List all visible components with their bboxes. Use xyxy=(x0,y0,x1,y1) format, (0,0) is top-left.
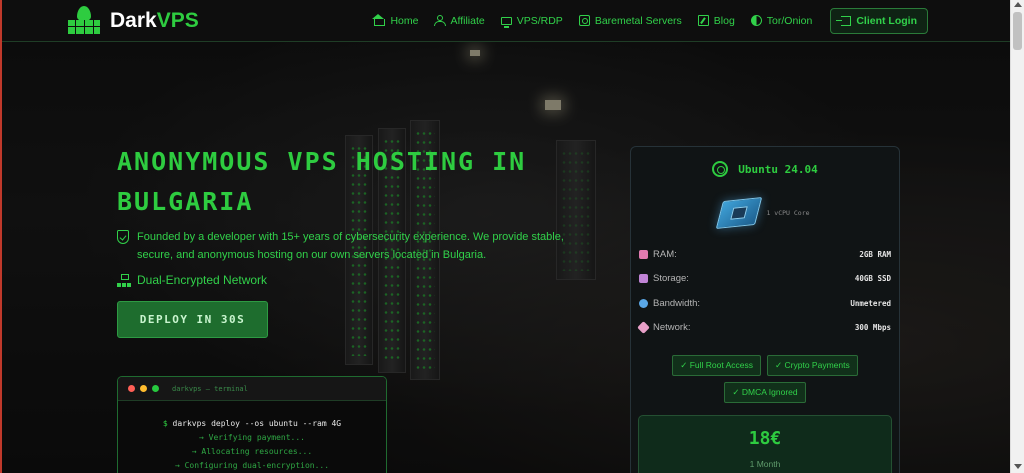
brain-icon xyxy=(639,249,648,259)
ubuntu-icon xyxy=(712,161,729,177)
cpu-label: 1 vCPU Core xyxy=(766,209,810,217)
minimize-dot-icon xyxy=(140,385,147,392)
page-scrollbar[interactable] xyxy=(1010,0,1024,473)
client-login-label: Client Login xyxy=(856,14,917,27)
spec-row-ram: RAM: 2GB RAM xyxy=(639,242,891,267)
badge-dmca-ignored: ✓ DMCA Ignored xyxy=(724,382,806,403)
plan-card: Ubuntu 24.04 1 vCPU Core RAM: 2GB RAM St… xyxy=(630,146,900,473)
nav-item-label: Affiliate xyxy=(450,14,485,27)
spec-row-storage: Storage: 40GB SSD xyxy=(639,267,891,292)
nav-item-label: VPS/RDP xyxy=(516,14,563,27)
shield-check-icon xyxy=(117,230,129,244)
network-icon xyxy=(117,273,131,287)
hero-title: ANONYMOUS VPS HOSTING IN BULGARIA xyxy=(117,147,527,216)
cpu-info: 1 vCPU Core xyxy=(631,197,899,229)
close-dot-icon xyxy=(128,385,135,392)
badge-root-access: ✓ Full Root Access xyxy=(672,355,762,376)
nav-item-label: Tor/Onion xyxy=(766,14,813,27)
spec-label: Network: xyxy=(653,322,691,334)
scroll-down-icon[interactable] xyxy=(1014,464,1022,469)
scrollbar-thumb[interactable] xyxy=(1013,12,1022,50)
maximize-dot-icon xyxy=(152,385,159,392)
terminal-output-line: → Configuring dual-encryption... xyxy=(174,461,330,470)
spec-list: RAM: 2GB RAM Storage: 40GB SSD Bandwidth… xyxy=(631,242,899,340)
logo-text: DarkVPS xyxy=(110,8,199,32)
client-login-button[interactable]: Client Login xyxy=(830,7,928,34)
terminal-window: darkvps — terminal $ darkvps deploy --os… xyxy=(117,376,387,473)
plan-price: 18€ xyxy=(748,428,782,449)
disk-icon xyxy=(639,274,648,284)
badge-crypto-payments: ✓ Crypto Payments xyxy=(767,355,858,376)
nav-item-affiliate[interactable]: Affiliate xyxy=(426,15,492,27)
spec-label: RAM: xyxy=(653,248,677,260)
plan-period: 1 Month xyxy=(749,459,781,469)
login-icon xyxy=(836,15,852,26)
feature-label: Dual-Encrypted Network xyxy=(137,273,268,287)
monitor-icon xyxy=(500,16,512,28)
feature-badges: ✓ Full Root Access ✓ Crypto Payments ✓ D… xyxy=(631,355,899,403)
rocket-icon xyxy=(637,321,650,335)
spec-value: Unmetered xyxy=(850,298,891,308)
top-navbar: DarkVPS Home Affiliate VPS/RDP Baremetal… xyxy=(0,0,1010,42)
price-box[interactable]: 18€ 1 Month xyxy=(638,415,892,473)
server-icon xyxy=(578,15,590,26)
site-logo[interactable]: DarkVPS xyxy=(66,5,199,36)
deploy-button[interactable]: DEPLOY IN 30S xyxy=(117,301,268,338)
nav-item-label: Home xyxy=(390,14,419,27)
spec-row-bandwidth: Bandwidth: Unmetered xyxy=(639,291,891,316)
edit-icon xyxy=(697,15,709,26)
terminal-output-line: → Verifying payment... xyxy=(199,433,305,442)
terminal-title: darkvps — terminal xyxy=(172,384,248,393)
nav-item-tor[interactable]: Tor/Onion xyxy=(743,15,821,27)
hero-description-text: Founded by a developer with 15+ years of… xyxy=(137,231,564,261)
os-name: Ubuntu 24.04 xyxy=(738,162,818,176)
nav-item-baremetal[interactable]: Baremetal Servers xyxy=(571,15,690,27)
nav-menu: Home Affiliate VPS/RDP Baremetal Servers… xyxy=(366,7,928,34)
spec-value: 300 Mbps xyxy=(854,323,891,333)
terminal-body: $ darkvps deploy --os ubuntu --ram 4G → … xyxy=(118,401,386,473)
spec-value: 2GB RAM xyxy=(859,249,891,259)
terminal-titlebar: darkvps — terminal xyxy=(118,377,386,401)
home-icon xyxy=(372,14,386,26)
spec-value: 40GB SSD xyxy=(854,274,891,284)
globe-icon xyxy=(639,298,648,308)
scroll-up-icon[interactable] xyxy=(1014,2,1022,7)
spec-row-network: Network: 300 Mbps xyxy=(637,316,891,341)
spec-label: Bandwidth: xyxy=(653,297,701,309)
nav-item-label: Blog xyxy=(713,14,735,27)
spec-label: Storage: xyxy=(653,273,689,285)
nav-item-home[interactable]: Home xyxy=(366,14,426,27)
nav-item-label: Baremetal Servers xyxy=(594,14,682,27)
nav-item-blog[interactable]: Blog xyxy=(690,15,743,27)
firewall-logo-icon xyxy=(66,5,102,36)
cpu-chip-icon xyxy=(716,197,763,229)
terminal-output-line: → Allocating resources... xyxy=(191,447,313,456)
os-header: Ubuntu 24.04 xyxy=(631,161,899,177)
tor-icon xyxy=(750,15,762,26)
terminal-command-line: $ darkvps deploy --os ubuntu --ram 4G xyxy=(162,419,342,428)
nav-item-vps-rdp[interactable]: VPS/RDP xyxy=(493,14,571,28)
affiliate-icon xyxy=(434,15,447,26)
feature-dual-encrypted: Dual-Encrypted Network xyxy=(117,273,267,287)
hero-description: Founded by a developer with 15+ years of… xyxy=(117,228,587,264)
